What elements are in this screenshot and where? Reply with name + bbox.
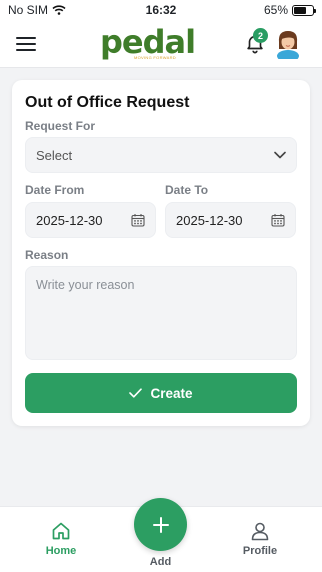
date-from-label: Date From	[25, 183, 85, 197]
add-label: Add	[149, 556, 172, 568]
notification-badge: 2	[253, 28, 268, 43]
status-bar: No SIM 16:32 65%	[0, 0, 322, 20]
logo-tagline: MOVING FORWARD	[134, 55, 176, 60]
create-button[interactable]: Create	[25, 373, 297, 413]
pedal-logo: pedal MOVING FORWARD	[100, 24, 196, 64]
nav-home[interactable]: Home	[31, 521, 91, 557]
check-icon	[129, 388, 143, 398]
avatar[interactable]	[274, 27, 302, 59]
date-from-value: 2025-12-30	[36, 212, 103, 228]
request-for-select[interactable]: Select	[25, 137, 297, 173]
calendar-icon	[131, 214, 145, 227]
plus-icon	[152, 516, 169, 533]
carrier-text: No SIM	[8, 3, 49, 17]
wifi-icon	[52, 5, 66, 15]
home-icon	[52, 522, 70, 540]
date-from-field[interactable]: 2025-12-30	[25, 202, 156, 238]
status-right: 65%	[263, 3, 316, 17]
ooo-request-card: Out of Office Request Request For Select…	[12, 80, 310, 426]
request-for-label: Request For	[25, 119, 96, 133]
date-to-field[interactable]: 2025-12-30	[165, 202, 296, 238]
reason-textarea[interactable]: Write your reason	[25, 266, 297, 360]
request-for-value: Select	[36, 147, 73, 163]
date-to-value: 2025-12-30	[176, 212, 243, 228]
add-button[interactable]	[134, 498, 187, 551]
reason-placeholder: Write your reason	[36, 278, 135, 292]
battery-fill	[294, 6, 306, 14]
nav-profile[interactable]: Profile	[230, 521, 290, 557]
battery-icon	[292, 4, 316, 16]
app-header: pedal MOVING FORWARD 2	[0, 20, 322, 68]
nav-home-label: Home	[45, 545, 77, 557]
date-to-label: Date To	[165, 183, 209, 197]
reason-label: Reason	[25, 248, 69, 262]
menu-icon[interactable]	[16, 37, 36, 51]
user-icon	[251, 522, 269, 541]
form-title: Out of Office Request	[25, 94, 190, 111]
battery-percent: 65%	[263, 3, 288, 17]
calendar-icon	[271, 214, 285, 227]
chevron-down-icon	[274, 151, 286, 159]
nav-profile-label: Profile	[242, 545, 278, 557]
create-button-label: Create	[150, 385, 193, 401]
status-left: No SIM	[8, 3, 66, 17]
